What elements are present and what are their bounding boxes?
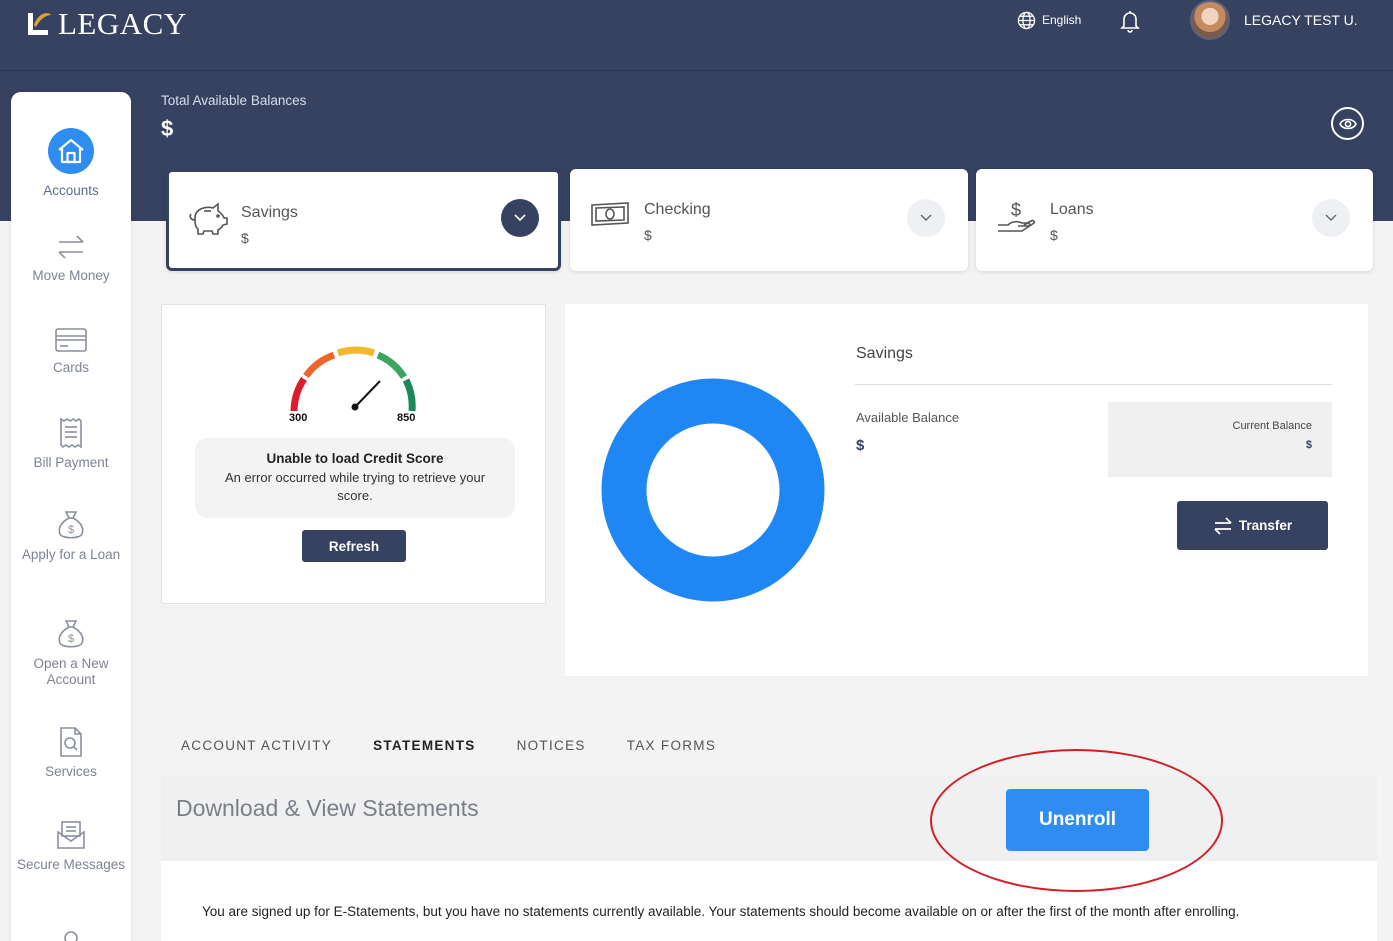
credit-error-box: Unable to load Credit Score An error occ… xyxy=(195,438,515,518)
statements-header: Download & View Statements Unenroll xyxy=(161,775,1377,861)
logo[interactable]: LEGACY xyxy=(26,4,187,44)
language-selector[interactable]: English xyxy=(1017,10,1081,30)
credit-score-card: 300 850 Unable to load Credit Score An e… xyxy=(161,304,546,604)
account-name: Loans xyxy=(1050,201,1094,218)
toggle-visibility-button[interactable] xyxy=(1331,107,1364,140)
gauge-min-label: 300 xyxy=(289,412,308,424)
username[interactable]: LEGACY TEST U. xyxy=(1244,12,1358,28)
language-label: English xyxy=(1042,13,1082,27)
top-bar xyxy=(0,0,1393,71)
eye-icon xyxy=(1338,118,1357,129)
expand-button[interactable] xyxy=(501,199,539,237)
available-balance-label: Available Balance xyxy=(856,410,960,425)
sidebar: Accounts Move Money Cards Bill Payment $… xyxy=(11,92,131,941)
statements-title: Download & View Statements xyxy=(176,795,479,821)
chevron-down-icon xyxy=(1325,214,1337,221)
credit-error-message: An error occurred while trying to retrie… xyxy=(224,470,486,503)
transfer-arrows-icon xyxy=(1214,516,1232,535)
divider xyxy=(855,384,1332,385)
expand-button[interactable] xyxy=(1312,199,1350,237)
donut-ring xyxy=(601,378,825,602)
svg-text:$: $ xyxy=(1011,200,1021,220)
banknote-icon xyxy=(591,202,629,226)
sidebar-item-move-money[interactable]: Move Money xyxy=(11,232,131,284)
money-bag-icon: $ xyxy=(58,511,84,539)
balance-donut-chart xyxy=(601,378,825,602)
logo-text: LEGACY xyxy=(58,6,187,41)
notifications-bell-icon[interactable] xyxy=(1119,9,1141,38)
logo-mark-icon xyxy=(26,9,52,39)
tab-statements[interactable]: STATEMENTS xyxy=(373,738,476,753)
gauge-max-label: 850 xyxy=(397,412,416,424)
piggy-bank-icon xyxy=(189,202,228,235)
globe-icon xyxy=(1017,11,1036,29)
sidebar-item-accounts[interactable]: Accounts xyxy=(11,128,131,199)
account-card-checking[interactable]: Checking $ xyxy=(570,169,968,271)
account-name: Savings xyxy=(241,204,298,221)
refresh-button[interactable]: Refresh xyxy=(302,530,406,562)
sidebar-item-label: Services xyxy=(45,764,97,779)
svg-text:$: $ xyxy=(68,524,74,536)
user-icon xyxy=(64,931,78,941)
tab-tax-forms[interactable]: TAX FORMS xyxy=(627,738,716,753)
arrows-swap-icon xyxy=(58,235,84,259)
statements-message: You are signed up for E-Statements, but … xyxy=(202,904,1240,919)
tab-notices[interactable]: NOTICES xyxy=(517,738,586,753)
activity-tabs: ACCOUNT ACTIVITY STATEMENTS NOTICES TAX … xyxy=(181,738,757,753)
account-amount: $ xyxy=(1050,227,1058,243)
avatar[interactable] xyxy=(1190,0,1230,40)
chevron-down-icon xyxy=(514,214,526,222)
svg-text:$: $ xyxy=(68,633,74,645)
current-balance-label: Current Balance xyxy=(1232,420,1313,432)
sidebar-item-label: Cards xyxy=(52,360,89,375)
available-balance-value: $ xyxy=(856,437,865,454)
account-amount: $ xyxy=(644,227,652,243)
current-balance-box: Current Balance $ xyxy=(1108,402,1332,477)
sidebar-item-label: Accounts xyxy=(43,183,99,198)
receipt-icon xyxy=(60,417,82,449)
credit-gauge xyxy=(290,346,416,412)
chevron-down-icon xyxy=(920,214,932,221)
account-detail-card: Savings Available Balance $ Current Bala… xyxy=(565,304,1368,676)
document-search-icon xyxy=(60,727,82,757)
total-balances-label: Total Available Balances xyxy=(161,93,307,108)
home-icon xyxy=(48,128,94,174)
account-amount: $ xyxy=(241,230,249,246)
envelope-icon xyxy=(57,821,85,849)
transfer-label: Transfer xyxy=(1238,518,1293,533)
credit-error-title: Unable to load Credit Score xyxy=(266,451,444,466)
sidebar-item-secure-messages[interactable]: Secure Messages xyxy=(11,819,131,873)
money-bag-icon: $ xyxy=(58,620,84,648)
sidebar-item-label: Bill Payment xyxy=(33,455,109,470)
sidebar-item-label: Open a New Account xyxy=(33,656,109,687)
sidebar-item-label: Move Money xyxy=(32,268,110,283)
account-card-loans[interactable]: $ Loans $ xyxy=(976,169,1373,271)
statements-body: You are signed up for E-Statements, but … xyxy=(161,861,1377,941)
account-name: Checking xyxy=(644,201,711,218)
sidebar-item-bill-payment[interactable]: Bill Payment xyxy=(11,417,131,471)
expand-button[interactable] xyxy=(907,199,945,237)
total-balances-value: $ xyxy=(161,116,174,141)
hand-dollar-icon: $ xyxy=(998,200,1036,232)
sidebar-item-label: Apply for a Loan xyxy=(21,547,121,562)
tab-account-activity[interactable]: ACCOUNT ACTIVITY xyxy=(181,738,332,753)
transfer-button[interactable]: Transfer xyxy=(1177,501,1328,550)
sidebar-item-label: Secure Messages xyxy=(16,857,126,872)
current-balance-value: $ xyxy=(1305,439,1312,451)
sidebar-item-services[interactable]: Services xyxy=(11,726,131,780)
sidebar-item-apply-loan[interactable]: $ Apply for a Loan xyxy=(11,509,131,563)
detail-title: Savings xyxy=(856,345,913,362)
card-icon xyxy=(55,328,87,352)
sidebar-item-more[interactable] xyxy=(11,928,131,941)
sidebar-item-open-account[interactable]: $ Open a New Account xyxy=(11,618,131,688)
sidebar-item-cards[interactable]: Cards xyxy=(11,326,131,376)
unenroll-button[interactable]: Unenroll xyxy=(1006,789,1149,851)
account-card-savings[interactable]: Savings $ xyxy=(166,169,561,271)
